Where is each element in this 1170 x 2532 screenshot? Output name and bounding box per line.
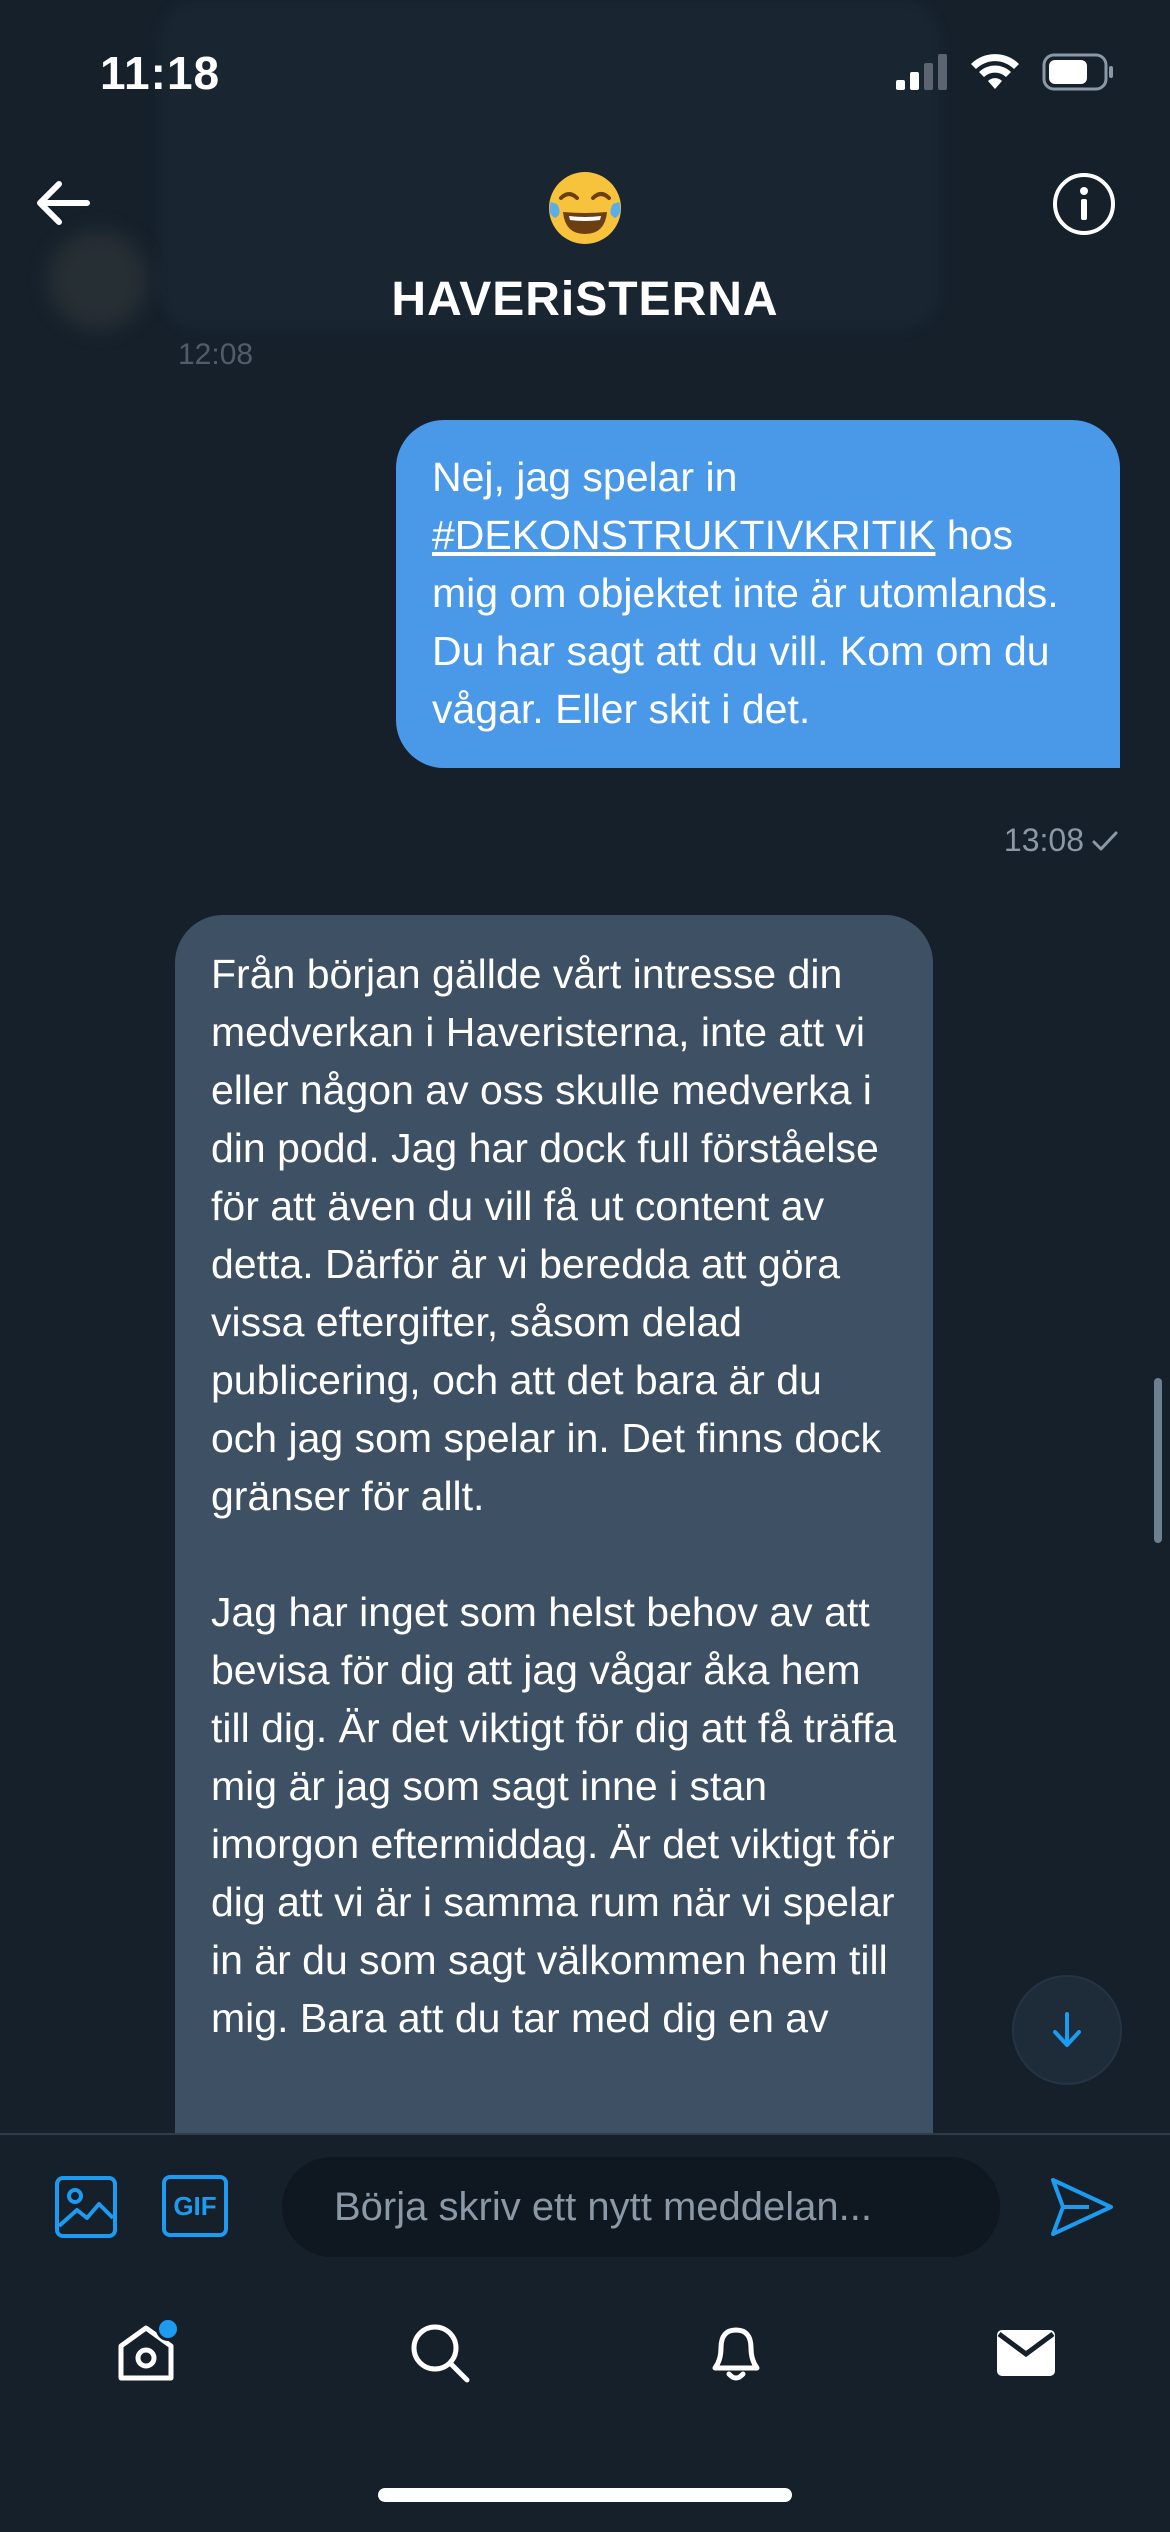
arrow-left-icon: [37, 181, 90, 225]
scroll-to-bottom-button[interactable]: [1014, 1977, 1120, 2083]
back-button[interactable]: [28, 168, 98, 238]
arrow-down-icon: [1053, 2012, 1081, 2047]
message-paragraph: Från början gällde vårt intresse din med…: [211, 951, 881, 1519]
outgoing-message-meta: 13:08: [1004, 822, 1118, 859]
scrollbar[interactable]: [1154, 1378, 1162, 1543]
hashtag-link[interactable]: #DEKONSTRUKTIVKRITIK: [432, 512, 935, 558]
tab-messages[interactable]: [986, 2313, 1066, 2393]
tab-notifications[interactable]: [696, 2313, 776, 2393]
message-input[interactable]: [282, 2157, 1000, 2257]
message-time: 13:08: [1003, 822, 1084, 858]
message-paragraph: Jag har inget som helst behov av att bev…: [211, 1589, 897, 2041]
group-avatar[interactable]: [545, 168, 625, 248]
tears-of-joy-emoji-icon: [549, 172, 621, 244]
send-button[interactable]: [1044, 2169, 1120, 2245]
add-image-button[interactable]: [50, 2171, 122, 2243]
message-text: Nej, jag spelar in: [432, 454, 738, 500]
conversation-header: HAVERiSTERNA: [0, 140, 1170, 350]
status-bar: 11:18: [0, 0, 1170, 140]
battery-icon: [1042, 53, 1114, 96]
search-icon: [411, 2324, 470, 2383]
wifi-icon: [970, 53, 1020, 96]
outgoing-message-bubble[interactable]: Nej, jag spelar in #DEKONSTRUKTIVKRITIK …: [396, 420, 1120, 768]
incoming-message-bubble[interactable]: Från början gällde vårt intresse din med…: [175, 915, 933, 2135]
mail-icon: [997, 2330, 1055, 2376]
status-time: 11:18: [100, 47, 221, 99]
image-icon: [55, 2176, 117, 2238]
cellular-signal-icon: [896, 53, 948, 95]
bottom-tab-bar: [0, 2283, 1170, 2443]
send-icon: [1051, 2178, 1113, 2236]
tab-home[interactable]: [106, 2313, 186, 2393]
notification-dot: [156, 2317, 180, 2341]
conversation-title: HAVERiSTERNA: [391, 273, 779, 326]
check-icon: [1092, 831, 1118, 850]
previous-message-time: 12:08: [178, 338, 254, 371]
tab-search[interactable]: [400, 2313, 480, 2393]
info-icon: [1053, 173, 1115, 235]
home-indicator[interactable]: [378, 2488, 792, 2502]
bell-icon: [712, 2327, 760, 2381]
status-icons: [896, 52, 1114, 96]
conversation-info-button[interactable]: [1048, 168, 1120, 240]
add-gif-button[interactable]: GIF: [162, 2175, 228, 2237]
message-composer: GIF: [0, 2133, 1170, 2285]
